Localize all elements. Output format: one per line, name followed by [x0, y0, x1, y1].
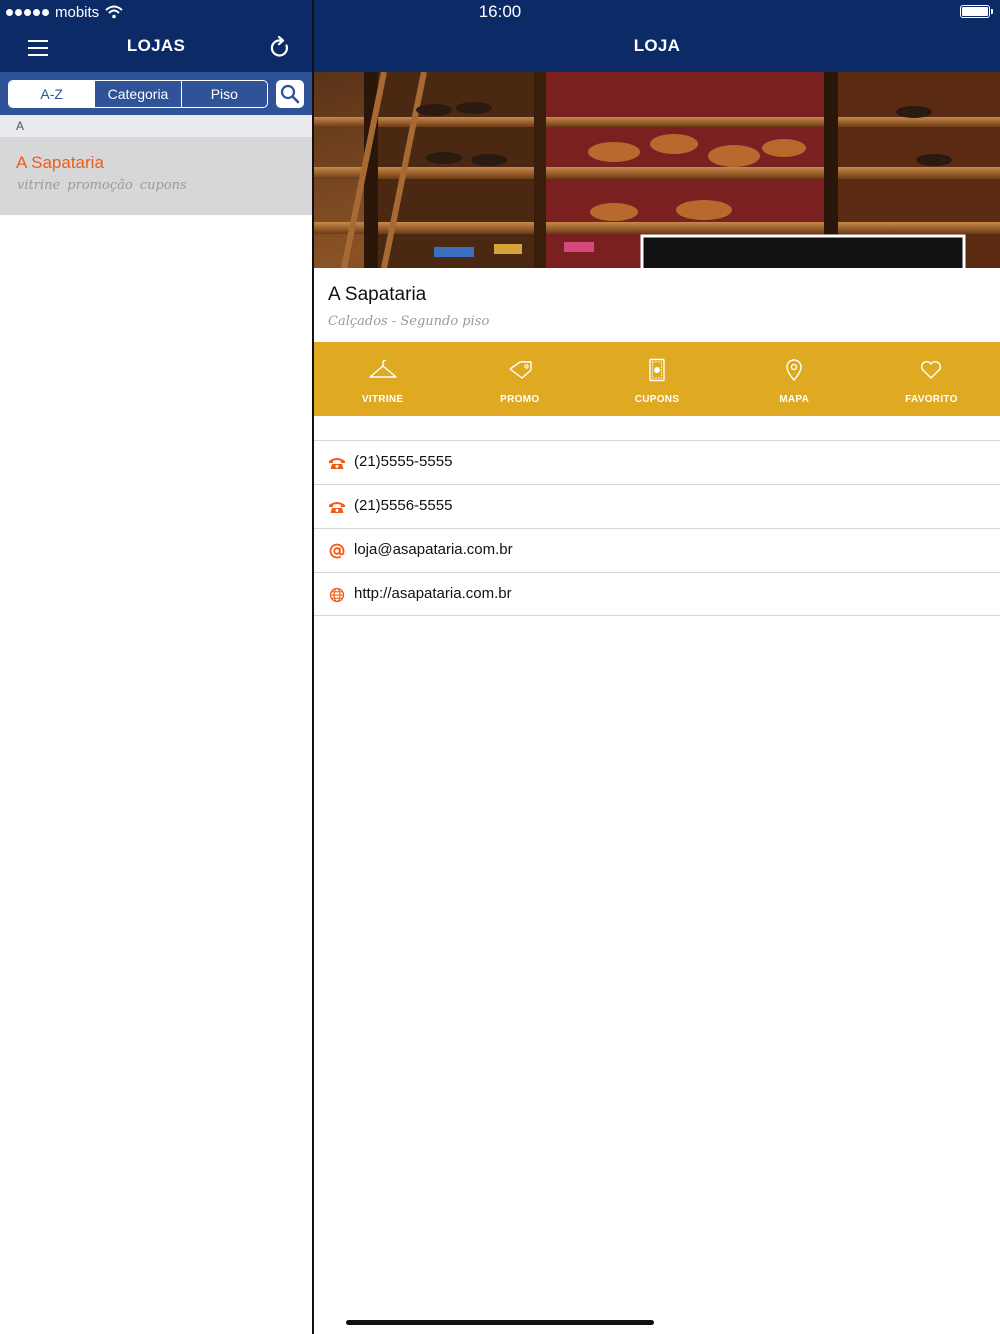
store-action-bar: VITRINE PROMO CUPONS MAPA FAVORITO	[314, 342, 1000, 416]
status-time: 16:00	[478, 2, 522, 21]
store-detail-pane: A Sapataria Calçados - Segundo piso VITR…	[314, 72, 1000, 1334]
contact-phone-1-text: (21)5555-5555	[354, 453, 453, 470]
refresh-icon[interactable]	[268, 36, 292, 60]
hanger-icon	[368, 359, 397, 378]
tab-a-z[interactable]: A-Z	[9, 81, 95, 107]
left-nav-bar: LOJAS	[0, 24, 312, 72]
store-title: A Sapataria	[328, 284, 427, 305]
tab-piso[interactable]: Piso	[180, 81, 267, 107]
contact-list: (21)5555-5555 (21)5556-5555 loja@asapata…	[314, 440, 1000, 616]
home-indicator[interactable]	[346, 1320, 654, 1325]
right-nav-bar: LOJA	[314, 24, 1000, 72]
tag-icon	[509, 361, 532, 379]
favorito-button[interactable]: FAVORITO	[863, 342, 1000, 416]
vitrine-button[interactable]: VITRINE	[314, 342, 451, 416]
contact-email-text: loja@asapataria.com.br	[354, 541, 513, 558]
search-icon	[280, 84, 300, 104]
vitrine-label: VITRINE	[361, 394, 404, 405]
battery-icon	[960, 5, 993, 18]
contact-website[interactable]: http://asapataria.com.br	[314, 572, 1000, 616]
right-nav-title: LOJA	[633, 36, 681, 55]
search-button[interactable]	[276, 80, 304, 108]
contact-email[interactable]: loja@asapataria.com.br	[314, 528, 1000, 572]
phone-icon	[328, 454, 346, 472]
contact-phone-1[interactable]: (21)5555-5555	[314, 440, 1000, 484]
mapa-button[interactable]: MAPA	[726, 342, 863, 416]
promo-button[interactable]: PROMO	[451, 342, 588, 416]
filter-bar: A-Z Categoria Piso	[0, 72, 312, 115]
cupons-label: CUPONS	[634, 394, 680, 405]
contact-phone-2[interactable]: (21)5556-5555	[314, 484, 1000, 528]
store-tags: vitrine promoção cupons	[17, 178, 187, 193]
globe-icon	[328, 586, 346, 604]
phone-icon	[328, 498, 346, 516]
section-header: A	[0, 115, 312, 137]
store-list-pane: A-Z Categoria Piso A A Sapataria vitrine…	[0, 72, 312, 1334]
tab-categoria[interactable]: Categoria	[94, 81, 180, 107]
store-banner-image	[314, 72, 1000, 268]
top-bar: mobits 16:00 LOJAS LOJA	[0, 0, 1000, 72]
favorito-label: FAVORITO	[905, 394, 958, 405]
coupon-icon	[649, 358, 665, 382]
sort-segmented-control: A-Z Categoria Piso	[8, 80, 268, 108]
store-name: A Sapataria	[16, 153, 104, 172]
store-title-block: A Sapataria Calçados - Segundo piso	[314, 268, 1000, 342]
cupons-button[interactable]: CUPONS	[588, 342, 725, 416]
map-pin-icon	[786, 359, 802, 381]
heart-icon	[921, 360, 942, 379]
list-item[interactable]: A Sapataria vitrine promoção cupons	[0, 137, 312, 215]
contact-phone-2-text: (21)5556-5555	[354, 497, 453, 514]
at-icon	[328, 542, 346, 560]
left-nav-title: LOJAS	[126, 36, 186, 55]
contact-website-text: http://asapataria.com.br	[354, 585, 512, 602]
mapa-label: MAPA	[779, 394, 810, 405]
promo-label: PROMO	[500, 394, 540, 405]
store-subtitle: Calçados - Segundo piso	[328, 314, 490, 329]
